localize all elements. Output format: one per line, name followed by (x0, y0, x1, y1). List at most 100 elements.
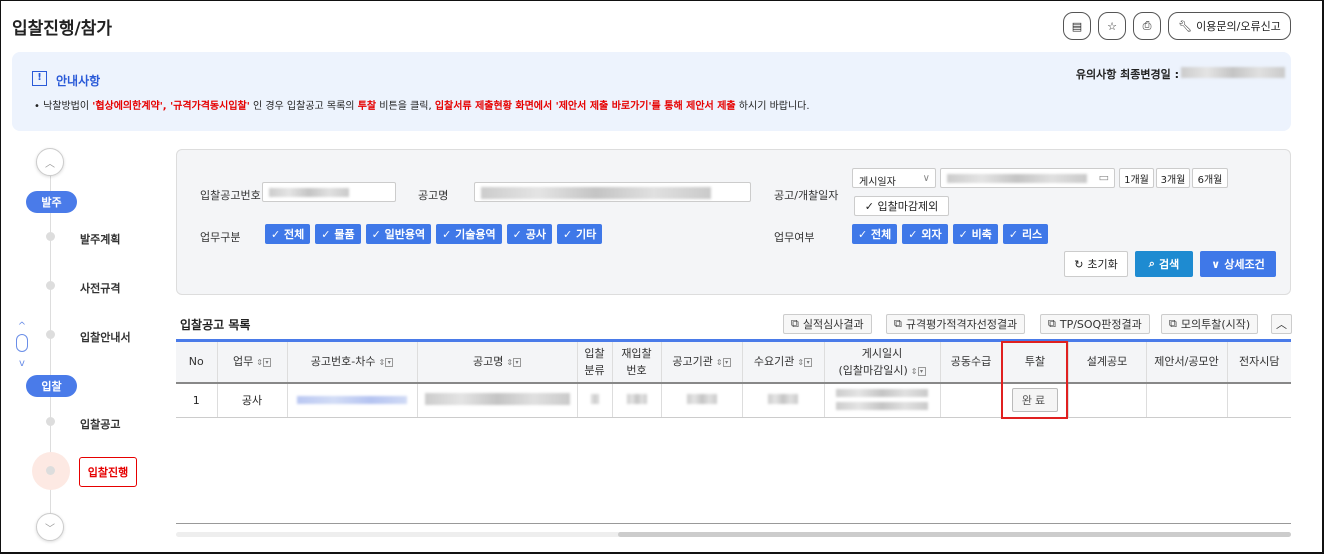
column-header[interactable]: 공고명 ⇕ ▾ (417, 339, 578, 384)
cell-name[interactable] (417, 382, 578, 418)
cell-agency (661, 382, 743, 418)
notice-title: 안내사항 (56, 74, 101, 88)
tp-soq-button[interactable]: ⧉ TP/SOQ판정결과 (1040, 314, 1150, 334)
sidebar-item-pre-spec[interactable]: 사전규격 (80, 280, 120, 296)
name-input[interactable] (474, 182, 751, 202)
column-header[interactable]: 수요기관 ⇕ ▾ (742, 339, 825, 384)
column-header-label: 게시일시 (입찰마감일시) (838, 346, 908, 377)
group-order[interactable]: 발주 (26, 191, 77, 213)
name-label: 공고명 (418, 189, 449, 202)
sidebar-item-bid-progress[interactable]: 입찰진행 (79, 457, 137, 487)
sidebar-item-bid-notice[interactable]: 입찰공고 (80, 416, 120, 432)
sort-icon[interactable]: ⇕ ▾ (797, 358, 813, 368)
check-icon: ✓ (442, 227, 456, 241)
column-header-label: 제안서/공모안 (1154, 355, 1219, 369)
sort-icon[interactable]: ⇕ ▾ (506, 358, 522, 368)
bid-list-table: No 업무 ⇕ ▾ 공고번호-차수 ⇕ ▾ 공고명 ⇕ ▾ 입찰 분류 재입찰 번호 공고기관 ⇕ ▾ 수요기… (176, 339, 1291, 418)
notice-text-part: '협상에의한계약', '규격가격동시입찰' (92, 101, 250, 112)
date-type-select[interactable]: 게시일자 ∨ (852, 168, 936, 188)
sort-icon[interactable]: ⇕ ▾ (911, 366, 926, 376)
mock-bid-button[interactable]: ⧉ 모의투찰(시작) (1161, 314, 1259, 334)
bid-no-input[interactable] (262, 182, 396, 202)
external-link-icon: ⧉ (1169, 317, 1177, 330)
refresh-icon: ↻ (1074, 257, 1084, 271)
column-header-label: 공고번호-차수 (310, 355, 376, 369)
search-icon: ⌕ (1148, 257, 1155, 270)
cell-bid-no[interactable] (287, 382, 418, 418)
biz-type-checkbox[interactable]: ✓ 기술용역 (436, 224, 502, 244)
biz-status-label: 리스 (1021, 228, 1043, 241)
notice-text-part: 인 경우 입찰공고 목록의 (249, 101, 358, 112)
sort-icon[interactable]: ⇕ ▾ (716, 358, 731, 368)
favorite-button[interactable]: ☆ (1098, 12, 1126, 40)
check-icon: ✓ (271, 227, 285, 241)
spec-eval-button[interactable]: ⧉ 규격평가적격자선정결과 (886, 314, 1026, 334)
biz-status-checkbox[interactable]: ✓ 외자 (902, 224, 948, 244)
column-header: 공동수급 (940, 339, 1003, 384)
sort-icon[interactable]: ⇕ ▾ (256, 358, 271, 368)
exclude-closed-checkbox[interactable]: ✓ 입찰마감제외 (854, 196, 949, 216)
biz-type-checkbox[interactable]: ✓ 물품 (315, 224, 361, 244)
performance-review-button[interactable]: ⧉ 실적심사결과 (783, 314, 872, 334)
reset-button[interactable]: ↻ 초기화 (1064, 251, 1128, 277)
date-range-input[interactable]: ▭ (940, 168, 1115, 188)
column-header[interactable]: 공고기관 ⇕ ▾ (661, 339, 743, 384)
inquiry-button[interactable]: 🔧︎ 이용문의/오류신고 (1168, 12, 1291, 40)
timeline-dot (46, 232, 55, 241)
chevron-up-icon: ︿ (1276, 318, 1287, 331)
biz-status-checkbox[interactable]: ✓ 전체 (852, 224, 898, 244)
detail-conditions-button[interactable]: ∨ 상세조건 (1200, 251, 1276, 277)
date-label: 공고/개찰일자 (774, 189, 839, 202)
column-header: 재입찰 번호 (612, 339, 662, 384)
sidebar-item-bid-guide[interactable]: 입찰안내서 (80, 329, 131, 345)
column-header: 제안서/공모안 (1146, 339, 1228, 384)
scroll-up-button[interactable]: ︿ (36, 148, 64, 176)
external-link-icon: ⧉ (791, 317, 799, 330)
column-header[interactable]: 업무 ⇕ ▾ (217, 339, 288, 384)
print-button[interactable]: ⎙ (1133, 12, 1161, 40)
biz-type-label: 공사 (525, 228, 546, 241)
column-header-label: 공동수급 (950, 355, 992, 369)
column-header-label: 공고기관 (672, 355, 713, 369)
updated-label: 유의사항 최종변경일 : (1075, 68, 1179, 81)
column-header[interactable]: 게시일시 (입찰마감일시) ⇕ ▾ (824, 339, 941, 384)
scroll-down-button[interactable]: ﹀ (36, 513, 64, 541)
notice-text-part: 낙찰방법이 (43, 101, 93, 112)
mouse-scroll-icon: ^ v (16, 321, 28, 369)
manual-button[interactable]: ▤ (1063, 12, 1091, 40)
sidebar-item-order-plan[interactable]: 발주계획 (80, 231, 120, 247)
cell-no: 1 (176, 382, 218, 418)
cell-joint (940, 382, 1003, 418)
biz-type-label: 기타 (576, 228, 597, 241)
period-6m-button[interactable]: 6개월 (1192, 168, 1228, 188)
column-header: 설계공모 (1068, 339, 1147, 384)
period-1m-button[interactable]: 1개월 (1119, 168, 1154, 188)
table-header-row: No 업무 ⇕ ▾ 공고번호-차수 ⇕ ▾ 공고명 ⇕ ▾ 입찰 분류 재입찰 번호 공고기관 ⇕ ▾ 수요기… (176, 339, 1291, 384)
biz-status-label: 전체 (871, 228, 892, 241)
biz-type-checkbox[interactable]: ✓ 기타 (556, 224, 603, 244)
biz-type-label: 일반용역 (384, 228, 426, 241)
date-type-value: 게시일자 (859, 177, 896, 188)
biz-type-checkbox[interactable]: ✓ 일반용역 (365, 224, 432, 244)
horizontal-scrollbar[interactable] (176, 532, 1291, 537)
biz-type-checkboxes: ✓ 전체 ✓ 물품 ✓ 일반용역 ✓ 기술용역 ✓ 공사 ✓ 기타 (265, 224, 603, 244)
notice-text-part: 비튼을 클릭, (376, 101, 435, 112)
period-3m-button[interactable]: 3개월 (1156, 168, 1190, 188)
notice-text-part: 투찰 (357, 101, 377, 112)
biz-status-checkbox[interactable]: ✓ 리스 (1002, 224, 1049, 244)
biz-status-checkbox[interactable]: ✓ 비축 (952, 224, 998, 244)
list-title: 입찰공고 목록 (180, 318, 251, 332)
collapse-button[interactable]: ︿ (1271, 314, 1292, 334)
table-row[interactable]: 1 공사 완료 (176, 382, 1291, 418)
printer-icon: ⎙ (1142, 19, 1152, 32)
group-bid[interactable]: 입찰 (26, 375, 77, 397)
column-header[interactable]: 공고번호-차수 ⇕ ▾ (287, 339, 418, 384)
biz-type-checkbox[interactable]: ✓ 전체 (265, 224, 311, 244)
column-header: No (176, 339, 218, 384)
sort-icon[interactable]: ⇕ ▾ (379, 358, 394, 368)
biz-type-checkbox[interactable]: ✓ 공사 (506, 224, 552, 244)
column-header-label: 공고명 (472, 355, 504, 369)
scrollbar-thumb[interactable] (618, 532, 1291, 537)
search-button[interactable]: ⌕ 검색 (1135, 251, 1193, 277)
column-header-label: 입찰 분류 (584, 346, 605, 377)
